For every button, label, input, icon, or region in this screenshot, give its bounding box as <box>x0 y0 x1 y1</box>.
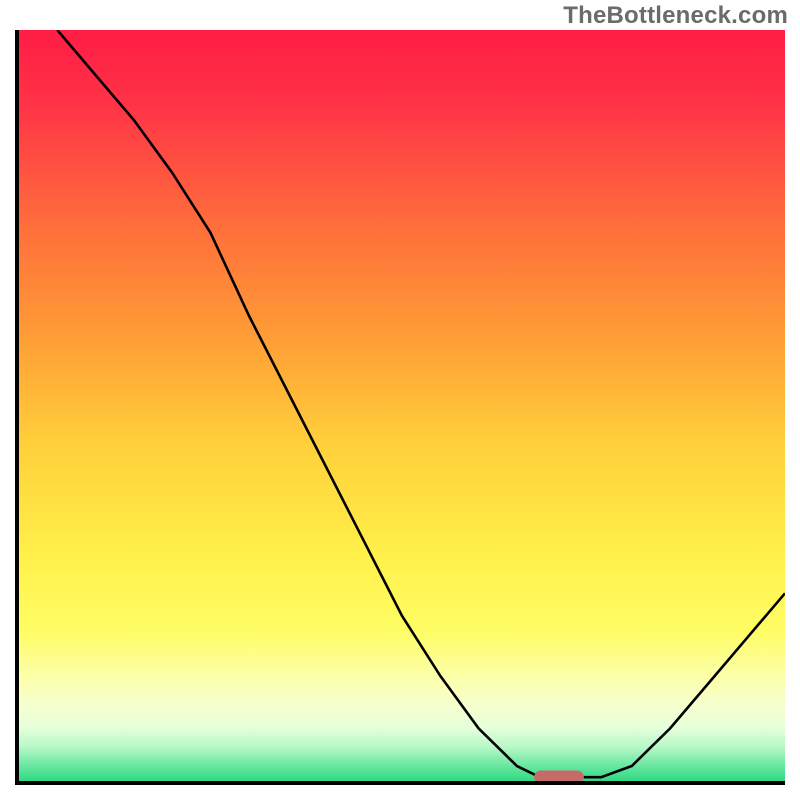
marker-bar <box>534 771 584 782</box>
watermark-text: TheBottleneck.com <box>563 2 788 30</box>
chart-container: TheBottleneck.com <box>0 0 800 800</box>
chart-svg <box>19 30 785 781</box>
plot-area <box>15 30 785 785</box>
gradient-background <box>19 30 785 781</box>
